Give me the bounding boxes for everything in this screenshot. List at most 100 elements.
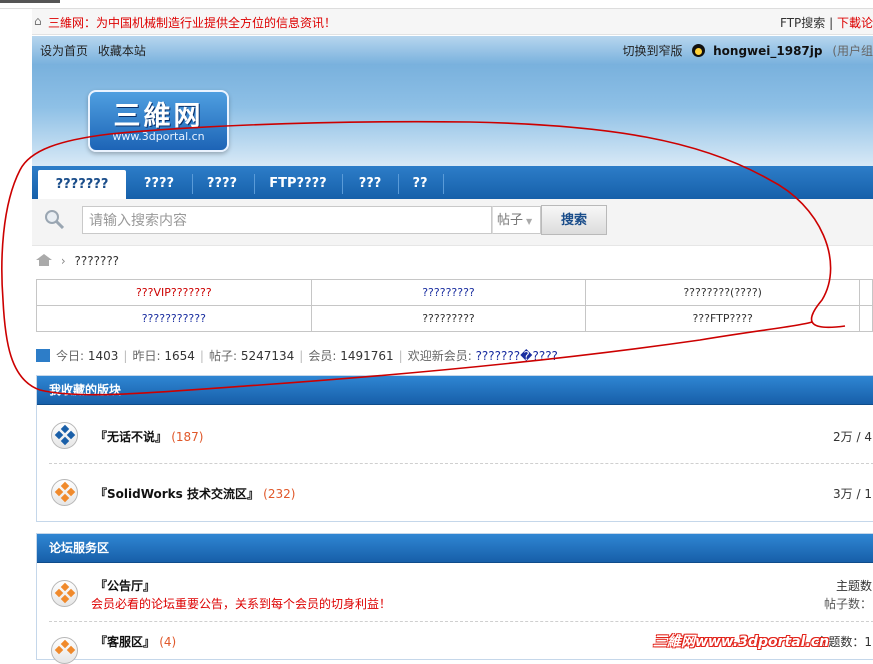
stat-label: 今日: bbox=[56, 349, 85, 363]
stat-separator: | bbox=[398, 349, 403, 363]
home-icon[interactable]: ⌂ bbox=[34, 14, 42, 28]
icon-dot bbox=[60, 594, 70, 604]
forum-name: 『无话不说』 bbox=[95, 430, 168, 444]
stat-label: 会员: bbox=[308, 349, 337, 363]
stats-chart-icon bbox=[36, 349, 50, 362]
forum-name: 『公告厅』 bbox=[95, 579, 156, 593]
logo-url: www.3dportal.cn bbox=[112, 130, 205, 143]
ftp-search-link[interactable]: FTP搜索 bbox=[780, 16, 825, 30]
nav-separator bbox=[342, 174, 343, 194]
stat-yesterday: 1654 bbox=[164, 349, 195, 363]
stat-today: 1403 bbox=[87, 349, 119, 363]
stat-label: 昨日: bbox=[132, 349, 161, 363]
stat-members: 1491761 bbox=[340, 349, 394, 363]
forum-description: 会员必看的论坛重要公告，关系到每个会员的切身利益！ bbox=[91, 597, 392, 611]
header-toplinks: 设为首页 收藏本站 bbox=[40, 42, 152, 59]
nav-tab-home[interactable]: ??????? bbox=[38, 170, 126, 199]
service-title: 论坛服务区 bbox=[37, 534, 873, 563]
icon-dot bbox=[66, 487, 76, 497]
quick-link-cell-empty bbox=[858, 305, 873, 332]
nav-tab-3[interactable]: ???? bbox=[194, 166, 250, 199]
breadcrumb-arrow-icon: › bbox=[60, 254, 66, 268]
quick-link[interactable]: ????????(????) bbox=[585, 279, 860, 306]
newest-member-link[interactable]: ???????�???? bbox=[476, 349, 558, 363]
forum-icon bbox=[51, 479, 78, 506]
breadcrumb-current[interactable]: ??????? bbox=[74, 254, 119, 268]
divider bbox=[49, 463, 873, 464]
icon-dot bbox=[66, 645, 76, 655]
site-slogan: 三維网：为中国机械制造行业提供全方位的信息资讯！ bbox=[48, 16, 337, 30]
search-type-label: 帖子 bbox=[497, 213, 524, 228]
link-separator: | bbox=[829, 16, 837, 30]
main-nav: ??????? ???? ???? FTP???? ??? ?? bbox=[32, 166, 873, 199]
forum-name: 『SolidWorks 技术交流区』 bbox=[95, 487, 259, 501]
search-type-select[interactable]: 帖子 ▼ bbox=[492, 206, 541, 234]
quick-link[interactable]: ????????? bbox=[310, 279, 587, 306]
quick-link[interactable]: ???VIP??????? bbox=[36, 279, 312, 306]
search-bar: 请输入搜索内容 帖子 ▼ 搜索 bbox=[32, 199, 873, 246]
forum-name-link[interactable]: 『公告厅』 bbox=[95, 577, 155, 594]
nav-separator bbox=[398, 174, 399, 194]
site-header: 设为首页 收藏本站 切换到窄版 hongwei_1987jp (用户组 三維网 … bbox=[32, 36, 873, 166]
stat-separator: | bbox=[199, 349, 204, 363]
breadcrumb: › ??????? bbox=[36, 253, 119, 271]
nav-separator bbox=[443, 174, 444, 194]
forum-topics-right: 主题数 bbox=[835, 579, 872, 593]
nav-tab-ftp[interactable]: FTP???? bbox=[256, 166, 340, 199]
stat-label: 帖子: bbox=[208, 349, 237, 363]
icon-dot bbox=[60, 493, 70, 503]
watermark: 三維网www.3dportal.cn bbox=[653, 634, 830, 650]
icon-dot bbox=[60, 436, 70, 446]
nav-separator bbox=[192, 174, 193, 194]
forum-name-link[interactable]: 『无话不说』 (187) bbox=[95, 428, 203, 445]
bookmark-link[interactable]: 收藏本站 bbox=[98, 44, 146, 58]
nav-tab-5[interactable]: ??? bbox=[344, 166, 396, 199]
favorites-title: 我收藏的版块 bbox=[37, 376, 873, 405]
forum-stats-right: 3万 / 1 bbox=[833, 487, 872, 501]
quick-link[interactable]: ????????? bbox=[310, 305, 587, 332]
forum-posts-right: 帖子数： bbox=[823, 597, 872, 611]
icon-dot bbox=[66, 430, 76, 440]
user-group-label[interactable]: (用户组 bbox=[832, 44, 873, 58]
switch-width-link[interactable]: 切换到窄版 bbox=[622, 44, 682, 58]
table-row: ??????????? ????????? ???FTP???? bbox=[36, 305, 873, 332]
forum-name-link[interactable]: 『客服区』 (4) bbox=[95, 633, 176, 650]
top-strip-segment bbox=[0, 0, 60, 3]
stat-separator: | bbox=[123, 349, 128, 363]
forum-name-link[interactable]: 『SolidWorks 技术交流区』 (232) bbox=[95, 485, 295, 502]
forum-stats: 今日: 1403 | 昨日: 1654 | 帖子: 5247134 | 会员: 149176… bbox=[36, 347, 558, 364]
download-link[interactable]: 下載论 bbox=[837, 16, 873, 30]
quick-link[interactable]: ??????????? bbox=[36, 305, 312, 332]
nav-tab-2[interactable]: ???? bbox=[130, 166, 188, 199]
nav-separator bbox=[254, 174, 255, 194]
forum-icon bbox=[51, 637, 78, 664]
search-input[interactable]: 请输入搜索内容 bbox=[82, 206, 492, 234]
home-icon[interactable] bbox=[36, 254, 52, 266]
username-link[interactable]: hongwei_1987jp bbox=[713, 44, 822, 58]
nav-tab-6[interactable]: ?? bbox=[400, 166, 440, 199]
quick-link-cell-empty bbox=[858, 279, 873, 306]
top-strip bbox=[0, 0, 873, 9]
quick-links-table: ???VIP??????? ????????? ????????(????) ?… bbox=[36, 279, 873, 332]
divider bbox=[49, 621, 873, 622]
infobar-links: FTP搜索 | 下載论 bbox=[780, 14, 873, 31]
forum-stats-right: 2万 / 4 bbox=[833, 430, 872, 444]
user-info: 切换到窄版 hongwei_1987jp (用户组 bbox=[622, 42, 873, 59]
favorites-box: 我收藏的版块 『无话不说』 (187) 2万 / 4 『SolidWorks 技… bbox=[36, 375, 873, 522]
search-button[interactable]: 搜索 bbox=[541, 205, 607, 235]
site-logo[interactable]: 三維网 www.3dportal.cn bbox=[88, 90, 229, 152]
search-icon bbox=[45, 210, 64, 229]
icon-dot bbox=[54, 645, 64, 655]
chevron-down-icon: ▼ bbox=[526, 217, 533, 226]
quick-link[interactable]: ???FTP???? bbox=[585, 305, 860, 332]
forum-today-count: (187) bbox=[171, 430, 204, 444]
forum-today-count: (232) bbox=[263, 487, 296, 501]
stat-label: 欢迎新会员: bbox=[407, 349, 472, 363]
forum-icon bbox=[51, 580, 78, 607]
set-homepage-link[interactable]: 设为首页 bbox=[40, 44, 88, 58]
table-row: ???VIP??????? ????????? ????????(????) bbox=[36, 279, 873, 306]
stat-separator: | bbox=[299, 349, 304, 363]
info-bar: ⌂ 三維网：为中国机械制造行业提供全方位的信息资讯！ FTP搜索 | 下載论 bbox=[32, 9, 873, 35]
logo-text: 三維网 bbox=[113, 101, 204, 132]
icon-dot bbox=[66, 588, 76, 598]
